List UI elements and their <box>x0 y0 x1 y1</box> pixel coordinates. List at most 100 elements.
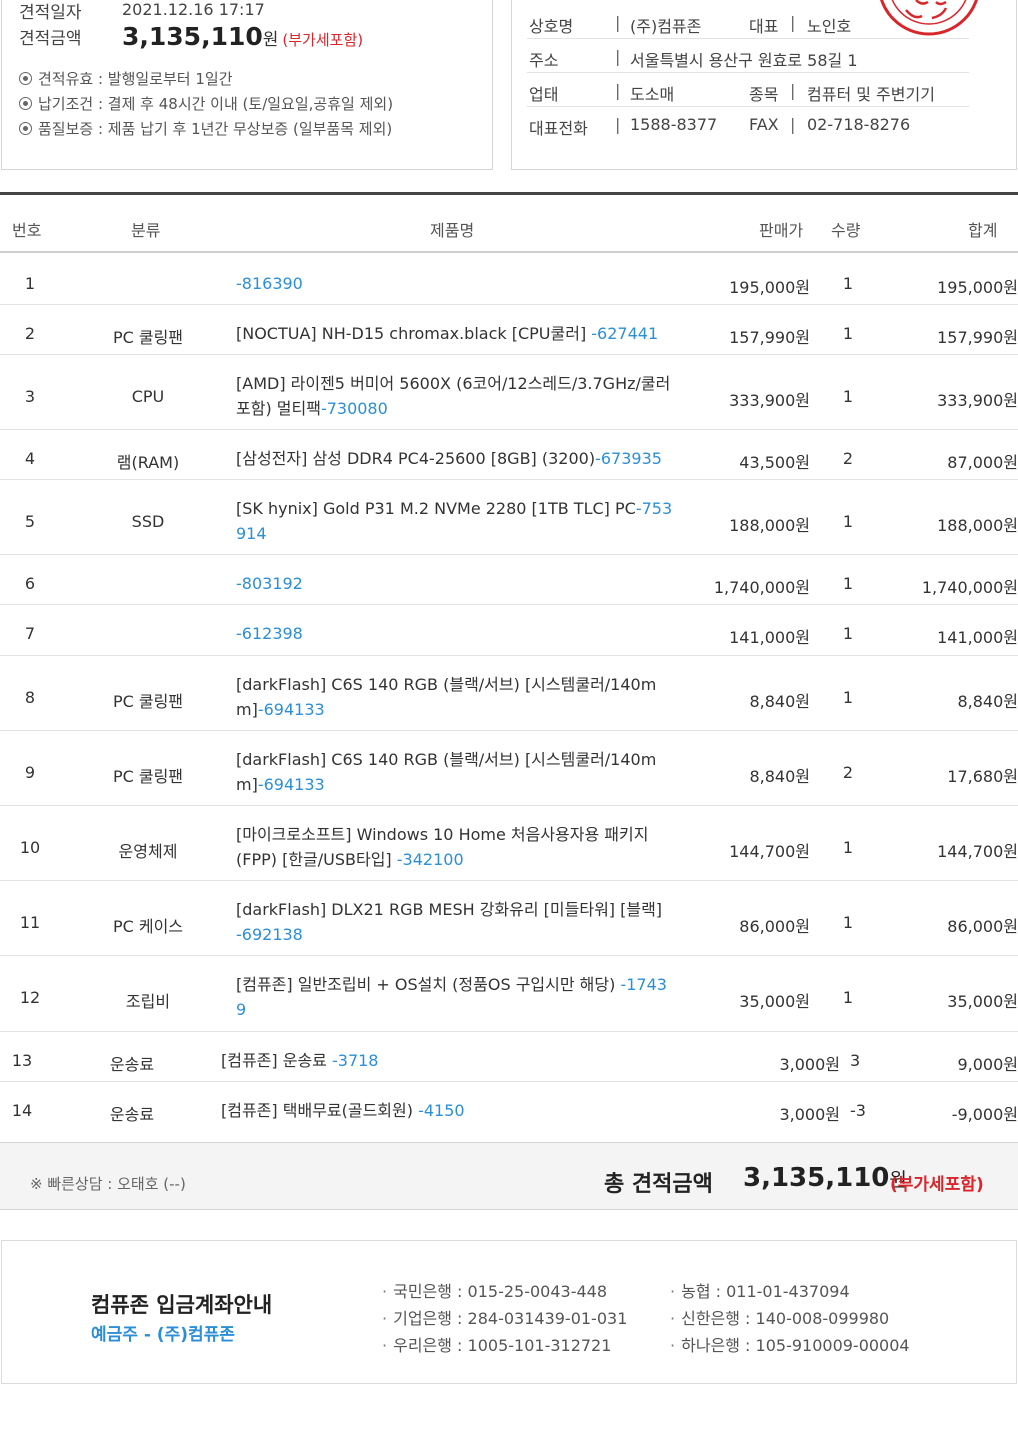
product-code-link[interactable]: -4150 <box>418 1101 465 1120</box>
separator: | <box>790 81 796 100</box>
company-seal-stamp <box>876 0 982 44</box>
table-row: 9 PC 쿨링팬 [darkFlash] C6S 140 RGB (블랙/서브)… <box>0 731 1018 806</box>
company-ceo-value: 노인호 <box>807 17 852 36</box>
bank-account-nh: 농협 : 011-01-437094 <box>670 1278 850 1302</box>
product-code-link[interactable]: -694133 <box>258 700 325 719</box>
table-row: 14 운송료 [컴퓨존] 택배무료(골드회원) -4150 3,000원 -3 … <box>0 1082 1018 1132</box>
bank-account-shinhan: 신한은행 : 140-008-099980 <box>670 1305 889 1329</box>
header-price: 판매가 <box>759 221 804 240</box>
company-addr-value: 서울특별시 용산구 원효로 58길 1 <box>630 51 858 70</box>
company-fax-value: 02-718-8276 <box>807 115 911 134</box>
bank-account-ibk: 기업은행 : 284-031439-01-031 <box>382 1305 627 1329</box>
product-name: [컴퓨존] 일반조립비 + OS설치 (정품OS 구입시만 해당) -17439 <box>236 975 667 1019</box>
quote-vat-note: (부가세포함) <box>282 31 364 49</box>
circle-bullet-icon <box>19 97 32 110</box>
product-code-link[interactable]: -816390 <box>236 274 303 293</box>
grand-total-value: 3,135,110 <box>743 1163 890 1193</box>
quote-amount: 3,135,110원 (부가세포함) <box>122 22 363 51</box>
product-name: [AMD] 라이젠5 버미어 5600X (6코어/12스레드/3.7GHz/쿨… <box>236 374 671 418</box>
product-name: -816390 <box>236 271 676 296</box>
grand-total-label: 총 견적금액 <box>604 1172 713 1197</box>
company-name-value: (주)컴퓨존 <box>630 17 702 36</box>
product-code-link[interactable]: -342100 <box>397 850 464 869</box>
product-code-link[interactable]: -694133 <box>258 775 325 794</box>
quote-meta-box: 견적일자 2021.12.16 17:17 견적금액 3,135,110원 (부가… <box>1 0 493 170</box>
table-row: 13 운송료 [컴퓨존] 운송료 -3718 3,000원 3 9,000원 <box>0 1032 1018 1082</box>
company-tel-label: 대표전화 <box>529 119 588 138</box>
company-biz-label: 업태 <box>529 85 559 104</box>
bank-title: 컴퓨존 입금계좌안내 <box>91 1293 273 1317</box>
product-code-link[interactable]: -692138 <box>236 925 303 944</box>
product-code-link[interactable]: -673935 <box>595 449 662 468</box>
quick-consult: ※ 빠른상담 : 오태호 (--) <box>30 1175 186 1193</box>
table-row: 4 램(RAM) [삼성전자] 삼성 DDR4 PC4-25600 [8GB] … <box>0 430 1018 480</box>
product-code-link[interactable]: -730080 <box>321 399 388 418</box>
table-row: 2 PC 쿨링팬 [NOCTUA] NH-D15 chromax.black [… <box>0 305 1018 355</box>
table-row: 12 조립비 [컴퓨존] 일반조립비 + OS설치 (정품OS 구입시만 해당)… <box>0 956 1018 1032</box>
company-biz-value: 도소매 <box>630 85 675 104</box>
quote-amount-value: 3,135,110 <box>122 22 263 51</box>
company-ceo-label: 대표 <box>749 17 779 36</box>
table-row: 10 운영체제 [마이크로소프트] Windows 10 Home 처음사용자용… <box>0 806 1018 881</box>
circle-bullet-icon <box>19 72 32 85</box>
separator: | <box>615 47 621 66</box>
product-code-link[interactable]: -3718 <box>332 1051 379 1070</box>
table-row: 3 CPU [AMD] 라이젠5 버미어 5600X (6코어/12스레드/3.… <box>0 355 1018 430</box>
company-row-business: 업태 | 도소매 종목 | 컴퓨터 및 주변기기 <box>527 73 969 107</box>
quote-amount-won: 원 <box>262 30 279 50</box>
product-name: [darkFlash] C6S 140 RGB (블랙/서브) [시스템쿨러/1… <box>236 675 657 719</box>
table-row: 11 PC 케이스 [darkFlash] DLX21 RGB MESH 강화유… <box>0 881 1018 956</box>
header-name: 제품명 <box>430 221 475 240</box>
seal-icon <box>880 0 978 36</box>
quote-note-warranty: 품질보증 : 제품 납기 후 1년간 무상보증 (일부품목 제외) <box>19 118 392 139</box>
table-row: 8 PC 쿨링팬 [darkFlash] C6S 140 RGB (블랙/서브)… <box>0 656 1018 731</box>
product-code-link[interactable]: -627441 <box>591 324 658 343</box>
product-name: [NOCTUA] NH-D15 chromax.black [CPU쿨러] -6… <box>236 324 659 343</box>
product-name: [darkFlash] DLX21 RGB MESH 강화유리 [미들타워] [… <box>236 900 663 944</box>
bank-holder: 예금주 - (주)컴퓨존 <box>91 1325 235 1345</box>
product-code-link[interactable]: -803192 <box>236 574 303 593</box>
header-total: 합계 <box>968 221 998 240</box>
product-name: -612398 <box>236 621 676 646</box>
company-row-address: 주소 | 서울특별시 용산구 원효로 58길 1 <box>527 39 969 73</box>
product-name: [컴퓨존] 운송료 -3718 <box>221 1051 379 1070</box>
bank-account-kb: 국민은행 : 015-25-0043-448 <box>382 1278 607 1302</box>
quote-date-label: 견적일자 <box>19 3 82 23</box>
table-row: 7 -612398 141,000원 1 141,000원 <box>0 605 1018 656</box>
summary-bar: ※ 빠른상담 : 오태호 (--) 총 견적금액 3,135,110원 (부가세… <box>0 1142 1018 1210</box>
company-type-label: 종목 <box>749 85 779 104</box>
table-row: 6 -803192 1,740,000원 1 1,740,000원 <box>0 555 1018 605</box>
table-header: 번호 분류 제품명 판매가 수량 합계 <box>0 195 1018 253</box>
bank-account-woori: 우리은행 : 1005-101-312721 <box>382 1332 611 1356</box>
company-tel-value: 1588-8377 <box>630 115 718 134</box>
quote-amount-label: 견적금액 <box>19 29 82 49</box>
header-num: 번호 <box>12 221 42 240</box>
product-name: [삼성전자] 삼성 DDR4 PC4-25600 [8GB] (3200)-67… <box>236 449 662 468</box>
product-name: -803192 <box>236 571 676 596</box>
product-name: [컴퓨존] 택배무료(골드회원) -4150 <box>221 1101 465 1120</box>
product-name: [SK hynix] Gold P31 M.2 NVMe 2280 [1TB T… <box>236 499 673 543</box>
separator: | <box>615 115 621 134</box>
company-row-contact: 대표전화 | 1588-8377 FAX | 02-718-8276 <box>527 107 969 141</box>
company-type-value: 컴퓨터 및 주변기기 <box>807 85 935 104</box>
product-name: [darkFlash] C6S 140 RGB (블랙/서브) [시스템쿨러/1… <box>236 750 657 794</box>
grand-total-vat-note: (부가세포함) <box>890 1175 984 1195</box>
quote-note-delivery: 납기조건 : 결제 후 48시간 이내 (토/일요일,공휴일 제외) <box>19 93 393 114</box>
grand-total-amount: 3,135,110원 <box>743 1163 907 1193</box>
separator: | <box>615 13 621 32</box>
product-code-link[interactable]: -612398 <box>236 624 303 643</box>
header-qty: 수량 <box>831 221 861 240</box>
bank-account-box: 컴퓨존 입금계좌안내 예금주 - (주)컴퓨존 국민은행 : 015-25-00… <box>1 1240 1017 1384</box>
quote-note-validity: 견적유효 : 발행일로부터 1일간 <box>19 68 233 89</box>
product-name: [마이크로소프트] Windows 10 Home 처음사용자용 패키지(FPP… <box>236 825 649 869</box>
separator: | <box>790 13 796 32</box>
quote-date-value: 2021.12.16 17:17 <box>122 0 265 19</box>
company-name-label: 상호명 <box>529 17 574 36</box>
company-fax-label: FAX <box>749 115 779 134</box>
circle-bullet-icon <box>19 122 32 135</box>
separator: | <box>790 115 796 134</box>
company-info-box: 상호명 | (주)컴퓨존 대표 | 노인호 주소 | 서울특별시 용산구 원효로… <box>511 0 1017 170</box>
company-addr-label: 주소 <box>529 51 559 70</box>
bank-account-hana: 하나은행 : 105-910009-00004 <box>670 1332 910 1356</box>
separator: | <box>615 81 621 100</box>
